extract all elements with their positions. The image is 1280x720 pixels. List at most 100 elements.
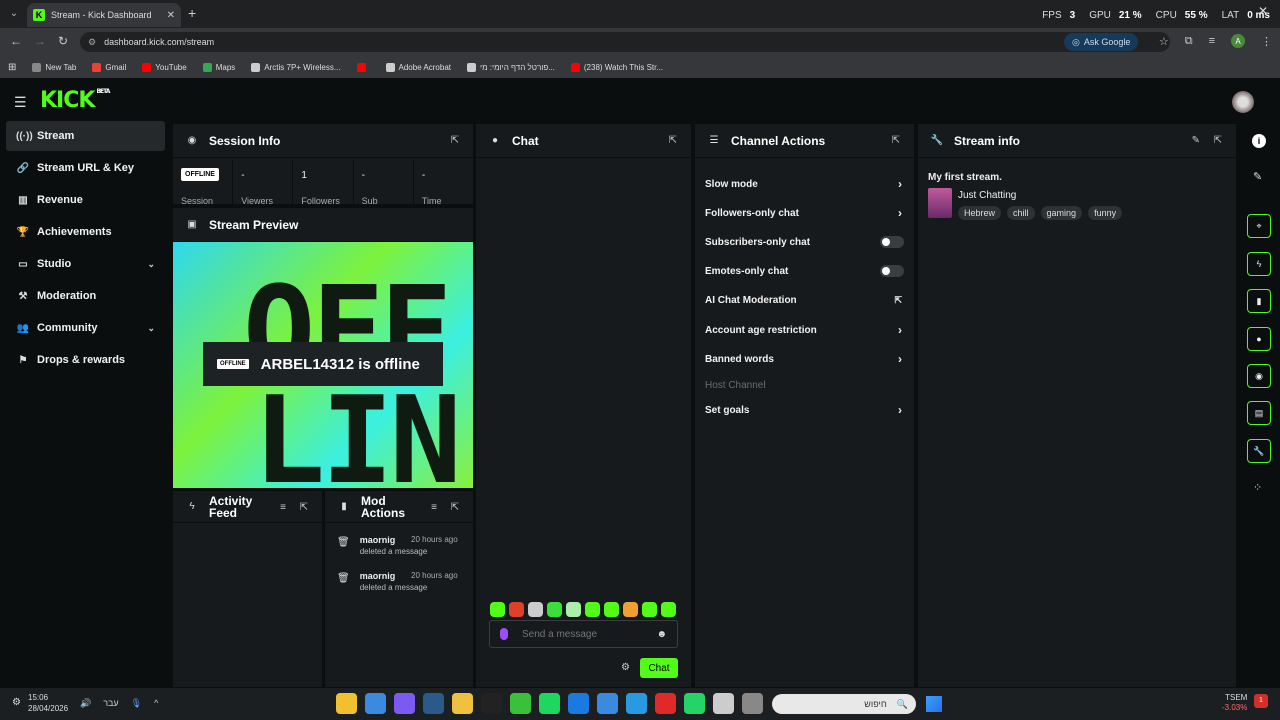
filter-icon[interactable]: ≡ (280, 502, 286, 513)
ask-google-button[interactable]: ◎ Ask Google (1064, 33, 1139, 51)
rail-camera-icon[interactable]: ⌖ (1247, 214, 1271, 238)
mic-tray-icon[interactable]: 🎙 (131, 698, 142, 709)
emote-icon[interactable] (490, 602, 505, 617)
taskbar-app-icon[interactable] (597, 693, 618, 714)
popout-icon[interactable]: ⇱ (451, 135, 459, 146)
category-name[interactable]: Just Chatting (958, 190, 1016, 201)
apps-grid-icon[interactable]: ⊞ (8, 62, 16, 73)
rail-wrench-icon[interactable]: 🔧 (1247, 439, 1271, 463)
chevron-right-icon[interactable]: › (898, 206, 902, 220)
bookmark-item[interactable]: Arctis 7P+ Wireless... (251, 62, 341, 72)
taskbar-app-icon[interactable] (423, 693, 444, 714)
edit-pencil-icon[interactable]: ✎ (1192, 135, 1200, 146)
sidebar-item-drops-rewards[interactable]: ⚑ Drops & rewards (6, 345, 165, 375)
bookmark-star-icon[interactable]: ☆ (1159, 35, 1169, 48)
emote-icon[interactable] (528, 602, 543, 617)
emote-icon[interactable] (585, 602, 600, 617)
user-avatar[interactable] (1232, 91, 1254, 113)
taskbar-app-icon[interactable] (655, 693, 676, 714)
taskbar-app-icon[interactable] (539, 693, 560, 714)
bookmark-item[interactable]: (238) Watch This Str... (570, 62, 663, 72)
sidebar-item-moderation[interactable]: ⚒ Moderation (6, 281, 165, 311)
edit-layout-pencil-icon[interactable]: ✎ (1253, 170, 1262, 183)
kick-logo[interactable]: KICK BETA (40, 88, 110, 113)
url-field[interactable]: ⚙ dashboard.kick.com/stream (80, 32, 1170, 52)
bookmark-item[interactable]: Maps (202, 62, 235, 72)
site-info-icon[interactable]: ⚙ (88, 37, 96, 48)
taskbar-app-icon[interactable] (713, 693, 734, 714)
sidebar-item-studio[interactable]: ▭ Studio ⌄ (6, 249, 165, 279)
chevron-right-icon[interactable]: › (898, 352, 902, 366)
rail-server-icon[interactable]: ▤ (1247, 401, 1271, 425)
notification-badge[interactable]: 1 (1254, 694, 1268, 708)
stream-tag[interactable]: funny (1088, 206, 1123, 220)
back-arrow-icon[interactable]: ← (10, 34, 22, 48)
volume-icon[interactable]: 🔊 (80, 698, 91, 709)
close-tab-icon[interactable]: ✕ (167, 10, 175, 21)
channel-action-slow-mode[interactable]: Slow mode › (705, 174, 904, 194)
bookmark-item[interactable]: Adobe Acrobat (385, 62, 451, 72)
chat-message-input[interactable] (522, 628, 652, 640)
chevron-right-icon[interactable]: › (898, 177, 902, 191)
popout-icon[interactable]: ⇱ (451, 502, 459, 513)
emote-icon[interactable] (604, 602, 619, 617)
mic-icon[interactable] (500, 628, 508, 640)
browser-tab[interactable]: K Stream - Kick Dashboard ✕ (27, 3, 181, 27)
emote-icon[interactable] (547, 602, 562, 617)
clock[interactable]: 15:06 28/04/2026 (28, 692, 68, 714)
chevron-right-icon[interactable]: › (898, 323, 902, 337)
stock-widget[interactable]: TSEM -3.03% (1222, 693, 1247, 713)
taskbar-app-icon[interactable] (626, 693, 647, 714)
emote-icon[interactable] (623, 602, 638, 617)
language-indicator[interactable]: עבר (103, 698, 118, 709)
emote-icon[interactable] (566, 602, 581, 617)
toggle-switch[interactable] (880, 236, 904, 248)
taskbar-app-icon[interactable] (742, 693, 763, 714)
channel-action-account-age-restriction[interactable]: Account age restriction › (705, 320, 904, 340)
chat-settings-gear-icon[interactable]: ⚙ (621, 662, 630, 673)
toggle-switch[interactable] (880, 265, 904, 277)
extensions-icon[interactable]: ⧉ (1185, 35, 1193, 48)
external-link-icon[interactable]: ⇱ (894, 295, 902, 306)
profile-avatar[interactable]: A (1231, 34, 1245, 48)
taskbar-search[interactable]: חיפוש 🔍 (772, 694, 916, 714)
rail-broadcast-icon[interactable]: ◉ (1247, 364, 1271, 388)
emote-icon[interactable] (661, 602, 676, 617)
taskbar-app-icon[interactable] (481, 693, 502, 714)
more-menu-icon[interactable]: ⋮ (1261, 35, 1272, 48)
settings-gear-icon[interactable]: ⚙ (12, 697, 21, 708)
sidebar-item-community[interactable]: 👥 Community ⌄ (6, 313, 165, 343)
taskbar-app-icon[interactable] (365, 693, 386, 714)
tray-expand-icon[interactable]: ^ (154, 698, 158, 709)
stream-tag[interactable]: chill (1007, 206, 1035, 220)
stream-tag[interactable]: gaming (1040, 206, 1083, 220)
sidebar-item-revenue[interactable]: ▥ Revenue (6, 185, 165, 215)
reading-list-icon[interactable]: ≡ (1209, 35, 1215, 47)
new-tab-plus-icon[interactable]: + (188, 5, 196, 21)
popout-icon[interactable]: ⇱ (892, 135, 900, 146)
rail-lightning-icon[interactable]: ϟ (1247, 252, 1271, 276)
sidebar-item-stream-url-key[interactable]: 🔗 Stream URL & Key (6, 153, 165, 183)
chat-send-button[interactable]: Chat (640, 658, 678, 678)
window-close-icon[interactable]: ✕ (1258, 4, 1268, 18)
channel-action-banned-words[interactable]: Banned words › (705, 349, 904, 369)
taskbar-app-icon[interactable] (568, 693, 589, 714)
popout-icon[interactable]: ⇱ (669, 135, 677, 146)
menu-hamburger-icon[interactable]: ☰ (14, 94, 27, 111)
chat-input-box[interactable]: ☻ (489, 620, 678, 648)
rail-chat-icon[interactable]: ● (1247, 327, 1271, 351)
emoji-icon[interactable]: ☻ (656, 629, 667, 640)
chevron-down-icon[interactable]: ⌄ (147, 259, 155, 270)
forward-arrow-icon[interactable]: → (34, 34, 46, 48)
stream-preview-video[interactable]: OFF LIN OFFLINE ARBEL14312 is offline (173, 242, 473, 488)
rail-clipboard-icon[interactable]: ▮ (1247, 289, 1271, 313)
channel-action-subscribers-only-chat[interactable]: Subscribers-only chat (705, 232, 904, 252)
bookmark-item[interactable]: Gmail (92, 62, 126, 72)
emote-icon[interactable] (642, 602, 657, 617)
sidebar-item-achievements[interactable]: 🏆 Achievements (6, 217, 165, 247)
channel-action-emotes-only-chat[interactable]: Emotes-only chat (705, 261, 904, 281)
chevron-right-icon[interactable]: › (898, 403, 902, 417)
stream-tag[interactable]: Hebrew (958, 206, 1002, 220)
tab-list-dropdown-icon[interactable]: ⌄ (6, 6, 22, 22)
reload-icon[interactable]: ↻ (58, 34, 68, 48)
